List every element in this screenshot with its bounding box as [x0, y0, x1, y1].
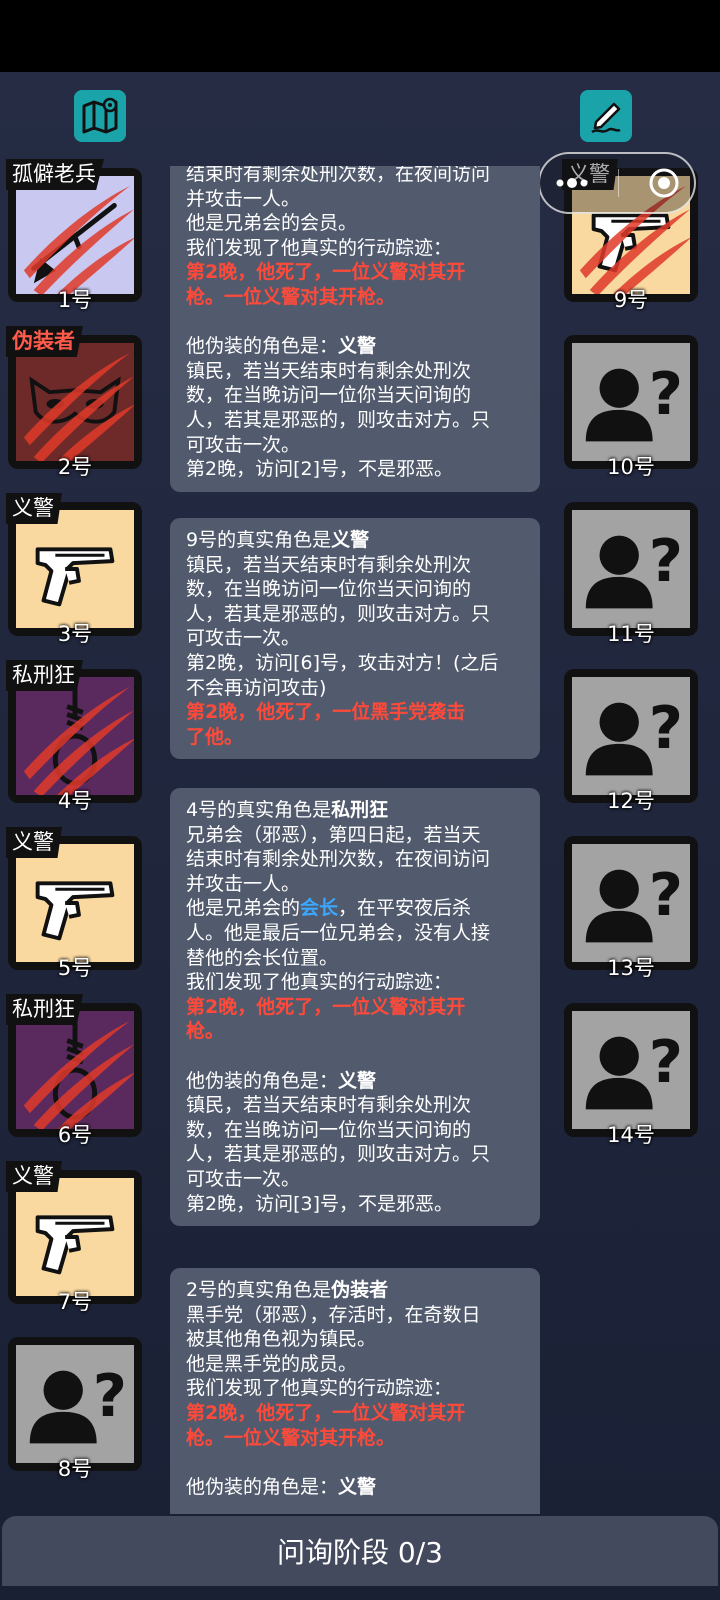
unknown-person-icon: ?	[585, 1027, 683, 1110]
svg-text:?: ?	[649, 1027, 683, 1096]
phase-label: 问询阶段 0/3	[277, 1536, 443, 1569]
left-player-card-7[interactable]: 义警 7号	[6, 1161, 142, 1314]
role-tag: 义警	[6, 1161, 62, 1192]
phase-bar: 问询阶段 0/3	[2, 1516, 718, 1586]
svg-text:?: ?	[93, 1361, 127, 1430]
target-circle-icon[interactable]	[648, 167, 680, 199]
card-portrait: ?	[572, 1011, 690, 1129]
card-portrait	[16, 1011, 134, 1129]
svg-text:?: ?	[649, 860, 683, 929]
unknown-person-icon: ?	[585, 359, 683, 442]
noose-icon	[23, 682, 134, 795]
role-tag: 孤僻老兵	[6, 159, 104, 190]
more-dots-icon[interactable]	[555, 177, 589, 189]
card-portrait	[16, 510, 134, 628]
pencil-icon	[591, 102, 621, 134]
role-tag: 伪装者	[6, 326, 83, 357]
right-player-card-3[interactable]: ? 11号	[564, 502, 698, 646]
left-player-card-2[interactable]: 伪装者 2号	[6, 326, 142, 479]
pistol-icon	[35, 547, 115, 607]
miniprogram-capsule	[538, 152, 696, 214]
right-player-card-4[interactable]: ? 12号	[564, 669, 698, 813]
player-number: 7号	[57, 1290, 93, 1314]
unknown-person-icon: ?	[585, 526, 683, 609]
player-number: 12号	[607, 789, 655, 813]
capsule-divider	[617, 169, 619, 197]
card-portrait	[16, 844, 134, 962]
status-bar	[0, 0, 720, 72]
role-tag: 私刑狂	[6, 660, 83, 691]
role-tag: 私刑狂	[6, 994, 83, 1025]
left-player-card-8[interactable]: ? 8号	[8, 1337, 142, 1481]
log-entry: 结束时有剩余处刑次数，在夜间访问 并攻击一人。 他是兄弟会的会员。 我们发现了他…	[170, 166, 540, 492]
player-number: 13号	[607, 956, 655, 980]
log-entry: 9号的真实角色是义警 镇民，若当天结束时有剩余处刑次 数，在当晚访问一位你当天问…	[170, 518, 540, 760]
rifle-icon	[23, 185, 134, 294]
player-number: 3号	[57, 622, 93, 646]
map-pin-icon	[82, 97, 118, 134]
card-portrait: ?	[572, 343, 690, 461]
noose-icon	[23, 1016, 134, 1129]
left-player-card-6[interactable]: 私刑狂 6号	[6, 994, 142, 1147]
player-number: 4号	[57, 789, 93, 813]
right-player-card-6[interactable]: ? 14号	[564, 1003, 698, 1147]
player-number: 11号	[607, 622, 655, 646]
right-player-card-5[interactable]: ? 13号	[564, 836, 698, 980]
player-number: 9号	[613, 288, 649, 312]
mask-icon	[23, 352, 134, 461]
unknown-person-icon: ?	[29, 1361, 127, 1444]
left-player-card-4[interactable]: 私刑狂 4号	[6, 660, 142, 813]
pistol-icon	[35, 1215, 115, 1275]
card-portrait	[16, 677, 134, 795]
svg-text:?: ?	[649, 359, 683, 428]
svg-text:?: ?	[649, 526, 683, 595]
role-tag: 义警	[6, 493, 62, 524]
player-number: 8号	[57, 1457, 93, 1481]
log-entry: 4号的真实角色是私刑狂 兄弟会（邪恶），第四日起，若当天 结束时有剩余处刑次数，…	[170, 788, 540, 1227]
svg-text:?: ?	[649, 693, 683, 762]
unknown-person-icon: ?	[585, 860, 683, 943]
card-portrait: ?	[16, 1345, 134, 1463]
pistol-icon	[35, 881, 115, 941]
player-number: 5号	[57, 956, 93, 980]
player-number: 14号	[607, 1123, 655, 1147]
card-portrait	[16, 1178, 134, 1296]
right-player-card-2[interactable]: ? 10号	[564, 335, 698, 479]
card-portrait	[16, 176, 134, 294]
player-number: 1号	[57, 288, 93, 312]
player-number: 10号	[607, 455, 655, 479]
unknown-person-icon: ?	[585, 693, 683, 776]
left-player-card-3[interactable]: 义警 3号	[6, 493, 142, 646]
log-entry: 2号的真实角色是伪装者 黑手党（邪恶），存活时，在奇数日 被其他角色视为镇民。 …	[170, 1268, 540, 1514]
card-portrait	[16, 343, 134, 461]
player-number: 6号	[57, 1123, 93, 1147]
player-number: 2号	[57, 455, 93, 479]
card-portrait: ?	[572, 510, 690, 628]
left-player-card-1[interactable]: 孤僻老兵 1号	[6, 159, 142, 312]
map-button[interactable]	[74, 90, 126, 142]
message-log[interactable]: 结束时有剩余处刑次数，在夜间访问 并攻击一人。 他是兄弟会的会员。 我们发现了他…	[166, 166, 552, 1514]
role-tag: 义警	[6, 827, 62, 858]
card-portrait: ?	[572, 844, 690, 962]
card-portrait: ?	[572, 677, 690, 795]
notes-button[interactable]	[580, 90, 632, 142]
left-player-card-5[interactable]: 义警 5号	[6, 827, 142, 980]
